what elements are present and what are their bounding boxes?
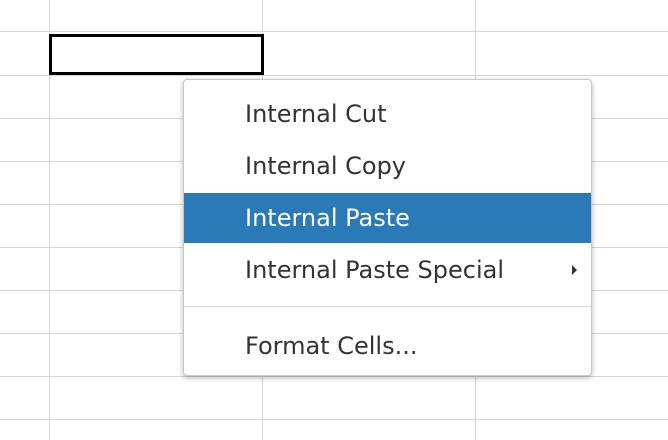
menu-item-format-cells[interactable]: Format Cells...: [184, 321, 591, 371]
menu-item-internal-paste-special[interactable]: Internal Paste Special: [184, 245, 591, 295]
grid-row-line: [0, 419, 668, 420]
spreadsheet-grid[interactable]: Internal Cut Internal Copy Internal Past…: [0, 0, 668, 440]
menu-item-label: Internal Paste: [245, 204, 410, 232]
selected-cell[interactable]: [49, 34, 264, 75]
menu-item-label: Format Cells...: [245, 332, 418, 360]
menu-item-internal-paste[interactable]: Internal Paste: [184, 193, 591, 243]
menu-separator: [184, 306, 591, 307]
menu-item-internal-cut[interactable]: Internal Cut: [184, 89, 591, 139]
menu-item-internal-copy[interactable]: Internal Copy: [184, 141, 591, 191]
grid-row-line: [0, 75, 668, 76]
context-menu: Internal Cut Internal Copy Internal Past…: [183, 79, 592, 376]
menu-item-label: Internal Copy: [245, 152, 407, 180]
chevron-right-icon: [572, 265, 577, 275]
grid-row-line: [0, 376, 668, 377]
menu-item-label: Internal Cut: [245, 100, 387, 128]
menu-item-label: Internal Paste Special: [245, 256, 505, 284]
grid-row-line: [0, 31, 668, 32]
